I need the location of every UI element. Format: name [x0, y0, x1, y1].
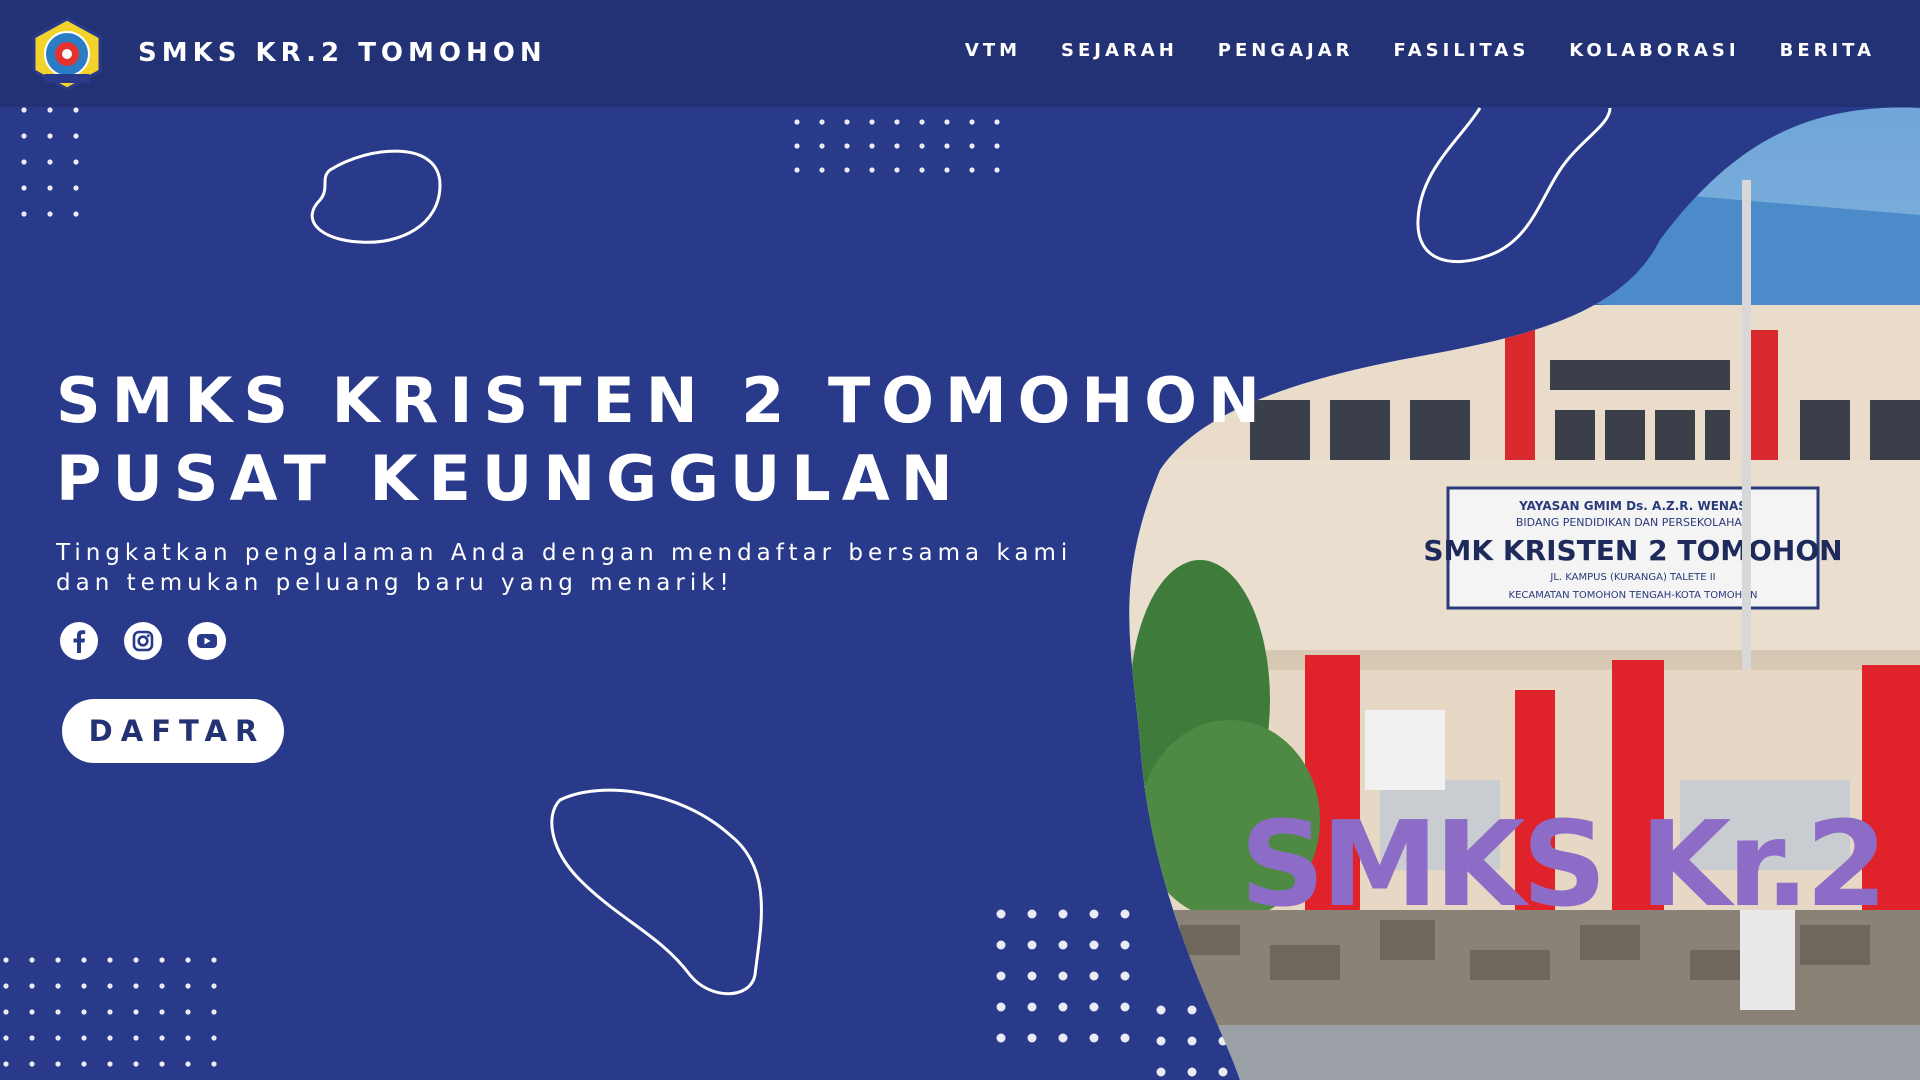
nav-item-sejarah[interactable]: SEJARAH — [1061, 40, 1178, 61]
nav-item-kolaborasi[interactable]: KOLABORASI — [1569, 40, 1739, 61]
school-logo[interactable] — [30, 17, 104, 91]
sign-title: SMK KRISTEN 2 TOMOHON — [1423, 534, 1842, 567]
sign-line-4: KECAMATAN TOMOHON TENGAH-KOTA TOMOHON — [1509, 590, 1758, 601]
nav-item-pengajar[interactable]: PENGAJAR — [1218, 40, 1354, 61]
register-button[interactable]: DAFTAR — [62, 699, 284, 763]
nav-item-vtm[interactable]: VTM — [965, 40, 1021, 61]
social-links — [60, 622, 226, 660]
facebook-icon[interactable] — [60, 622, 98, 660]
youtube-icon[interactable] — [188, 622, 226, 660]
nav-item-fasilitas[interactable]: FASILITAS — [1394, 40, 1530, 61]
sign-line-3: JL. KAMPUS (KURANGA) TALETE II — [1549, 572, 1715, 583]
hero-title-line-1: SMKS KRISTEN 2 TOMOHON — [56, 364, 1271, 437]
hero-title: SMKS KRISTEN 2 TOMOHON PUSAT KEUNGGULAN — [56, 362, 1271, 518]
sign-line-1: YAYASAN GMIM Ds. A.Z.R. WENAS — [1518, 499, 1747, 513]
brand-name[interactable]: SMKS KR.2 TOMOHON — [138, 38, 547, 68]
hero-title-line-2: PUSAT KEUNGGULAN — [56, 442, 964, 515]
hero-subtitle: Tingkatkan pengalaman Anda dengan mendaf… — [56, 540, 1073, 596]
navbar: SMKS KR.2 TOMOHON VTM SEJARAH PENGAJAR F… — [0, 0, 1920, 107]
main-nav: VTM SEJARAH PENGAJAR FASILITAS KOLABORAS… — [965, 40, 1875, 61]
instagram-icon[interactable] — [124, 622, 162, 660]
sign-line-2: BIDANG PENDIDIKAN DAN PERSEKOLAHAN — [1516, 516, 1750, 529]
nav-item-berita[interactable]: BERITA — [1780, 40, 1875, 61]
squiggle-shape — [1416, 107, 1612, 264]
